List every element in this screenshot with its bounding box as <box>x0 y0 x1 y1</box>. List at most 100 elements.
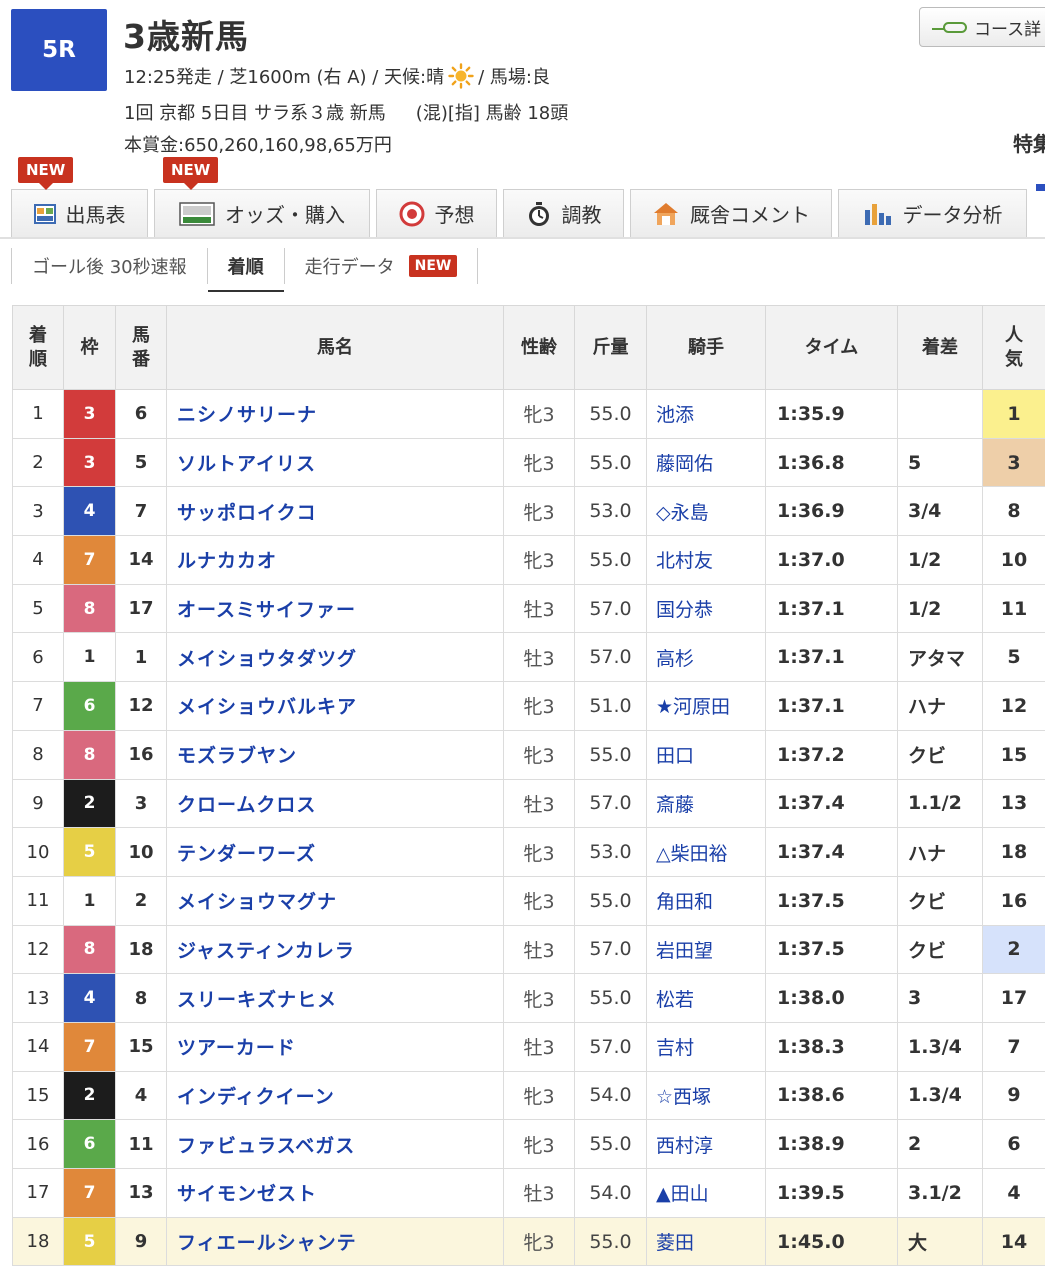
jockey-link[interactable]: 国分恭 <box>646 583 766 634</box>
ipat-icon <box>179 201 215 226</box>
horse-name-link[interactable]: ツアーカード <box>166 1021 504 1072</box>
jockey-link[interactable]: 池添 <box>646 389 766 439</box>
jockey-link[interactable]: 吉村 <box>646 1021 766 1072</box>
margin-cell: 1/2 <box>897 535 983 585</box>
horse-name-link[interactable]: メイショウバルキア <box>166 681 504 731</box>
horse-name-link[interactable]: インディクイーン <box>166 1070 504 1121</box>
jockey-link[interactable]: 北村友 <box>646 535 766 585</box>
course-detail-button[interactable]: コース詳 <box>919 7 1045 47</box>
col-header-rank[interactable]: 着順 <box>12 305 64 390</box>
sex-age-cell: 牡3 <box>503 1168 575 1218</box>
horse-name-link[interactable]: モズラブヤン <box>166 729 504 780</box>
time-cell: 1:38.9 <box>765 1119 898 1169</box>
margin-cell: 1.1/2 <box>897 778 983 829</box>
rank-cell: 8 <box>12 729 64 780</box>
popularity-cell: 15 <box>982 729 1045 780</box>
sex-age-cell: 牝3 <box>503 827 575 877</box>
jockey-link[interactable]: 菱田 <box>646 1216 766 1267</box>
horse-name-link[interactable]: ニシノサリーナ <box>166 389 504 439</box>
table-row: 16 6 11 ファビュラスベガス 牝3 55.0 西村淳 1:38.9 2 6 <box>12 1119 1045 1169</box>
horse-number-cell: 13 <box>115 1168 167 1218</box>
frame-cell: 7 <box>63 535 116 585</box>
horse-name-link[interactable]: メイショウタダツグ <box>166 632 504 683</box>
col-header-margin[interactable]: 着差 <box>897 305 983 390</box>
popularity-cell: 4 <box>982 1168 1045 1218</box>
jockey-link[interactable]: ◇永島 <box>646 486 766 537</box>
jockey-link[interactable]: 斎藤 <box>646 778 766 829</box>
col-header-num[interactable]: 馬番 <box>115 305 167 390</box>
popularity-cell: 18 <box>982 827 1045 877</box>
race-tabs: NEW 出馬表 NEW オッズ・購入 予想 調教 厩舎コメント データ分析 <box>11 157 1033 237</box>
col-header-sex-age[interactable]: 性齢 <box>503 305 575 390</box>
margin-cell: 3 <box>897 973 983 1023</box>
weight-cell: 55.0 <box>574 875 647 926</box>
tab-shutsuba[interactable]: NEW 出馬表 <box>11 157 148 237</box>
horse-number-cell: 10 <box>115 827 167 877</box>
subtab-goal-flash[interactable]: ゴール後 30秒速報 <box>11 248 207 284</box>
jockey-link[interactable]: ★河原田 <box>646 681 766 731</box>
frame-cell: 6 <box>63 1119 116 1169</box>
weight-cell: 55.0 <box>574 729 647 780</box>
margin-cell: ハナ <box>897 681 983 731</box>
frame-cell: 1 <box>63 632 116 683</box>
horse-name-link[interactable]: テンダーワーズ <box>166 827 504 877</box>
jockey-link[interactable]: 藤岡佑 <box>646 437 766 488</box>
jockey-link[interactable]: ☆西塚 <box>646 1070 766 1121</box>
col-header-weight[interactable]: 斤量 <box>574 305 647 390</box>
col-header-jockey[interactable]: 騎手 <box>646 305 766 390</box>
time-cell: 1:37.4 <box>765 827 898 877</box>
track-condition-text: / 馬場:良 <box>478 67 550 88</box>
horse-name-link[interactable]: スリーキズナヒメ <box>166 973 504 1023</box>
sunny-icon <box>448 63 474 89</box>
jockey-link[interactable]: 角田和 <box>646 875 766 926</box>
horse-name-link[interactable]: オースミサイファー <box>166 583 504 634</box>
jockey-link[interactable]: △柴田裕 <box>646 827 766 877</box>
horse-number-cell: 1 <box>115 632 167 683</box>
popularity-cell: 14 <box>982 1216 1045 1267</box>
race-meeting-info: 1回 京都 5日目 サラ系３歳 新馬 (混)[指] 馬齢 18頭 <box>124 99 568 125</box>
tab-chokyo[interactable]: 調教 <box>503 189 624 237</box>
horse-name-link[interactable]: ファビュラスベガス <box>166 1119 504 1169</box>
margin-cell: 大 <box>897 1216 983 1267</box>
popularity-cell: 9 <box>982 1070 1045 1121</box>
jockey-link[interactable]: 岩田望 <box>646 924 766 975</box>
tab-data-analysis[interactable]: データ分析 <box>838 189 1027 237</box>
horse-name-link[interactable]: ルナカカオ <box>166 535 504 585</box>
jockey-link[interactable]: 高杉 <box>646 632 766 683</box>
col-header-frame[interactable]: 枠 <box>63 305 116 390</box>
frame-cell: 5 <box>63 1216 116 1267</box>
horse-number-cell: 18 <box>115 924 167 975</box>
col-header-popularity[interactable]: 人気 <box>982 305 1045 390</box>
table-row: 15 2 4 インディクイーン 牝3 54.0 ☆西塚 1:38.6 1.3/4 9 <box>12 1070 1045 1121</box>
tab-stable-comment[interactable]: 厩舎コメント <box>630 189 832 237</box>
rank-cell: 14 <box>12 1021 64 1072</box>
col-header-horse[interactable]: 馬名 <box>166 305 504 390</box>
horse-name-link[interactable]: サイモンゼスト <box>166 1168 504 1218</box>
horse-name-link[interactable]: サッポロイクコ <box>166 486 504 537</box>
weight-cell: 57.0 <box>574 632 647 683</box>
tab-yoso[interactable]: 予想 <box>376 189 497 237</box>
subtab-running-data[interactable]: 走行データ NEW <box>283 248 478 284</box>
margin-cell: ハナ <box>897 827 983 877</box>
sex-age-cell: 牝3 <box>503 1070 575 1121</box>
time-cell: 1:39.5 <box>765 1168 898 1218</box>
horse-name-link[interactable]: クロームクロス <box>166 778 504 829</box>
jockey-link[interactable]: 松若 <box>646 973 766 1023</box>
jockey-link[interactable]: 西村淳 <box>646 1119 766 1169</box>
table-row: 2 3 5 ソルトアイリス 牝3 55.0 藤岡佑 1:36.8 5 3 <box>12 437 1045 488</box>
tab-label: 出馬表 <box>65 203 126 227</box>
subtab-finish-order[interactable]: 着順 <box>206 248 284 292</box>
col-header-time[interactable]: タイム <box>765 305 898 390</box>
tab-odds[interactable]: NEW オッズ・購入 <box>154 157 370 237</box>
horse-name-link[interactable]: フィエールシャンテ <box>166 1216 504 1267</box>
margin-cell: 5 <box>897 437 983 488</box>
jockey-link[interactable]: ▲田山 <box>646 1168 766 1218</box>
margin-cell: 1/2 <box>897 583 983 634</box>
horse-number-cell: 7 <box>115 486 167 537</box>
course-map-icon <box>932 22 967 33</box>
tokushu-link[interactable]: 特集 <box>1013 128 1045 157</box>
jockey-link[interactable]: 田口 <box>646 729 766 780</box>
horse-name-link[interactable]: メイショウマグナ <box>166 875 504 926</box>
horse-name-link[interactable]: ソルトアイリス <box>166 437 504 488</box>
horse-name-link[interactable]: ジャスティンカレラ <box>166 924 504 975</box>
